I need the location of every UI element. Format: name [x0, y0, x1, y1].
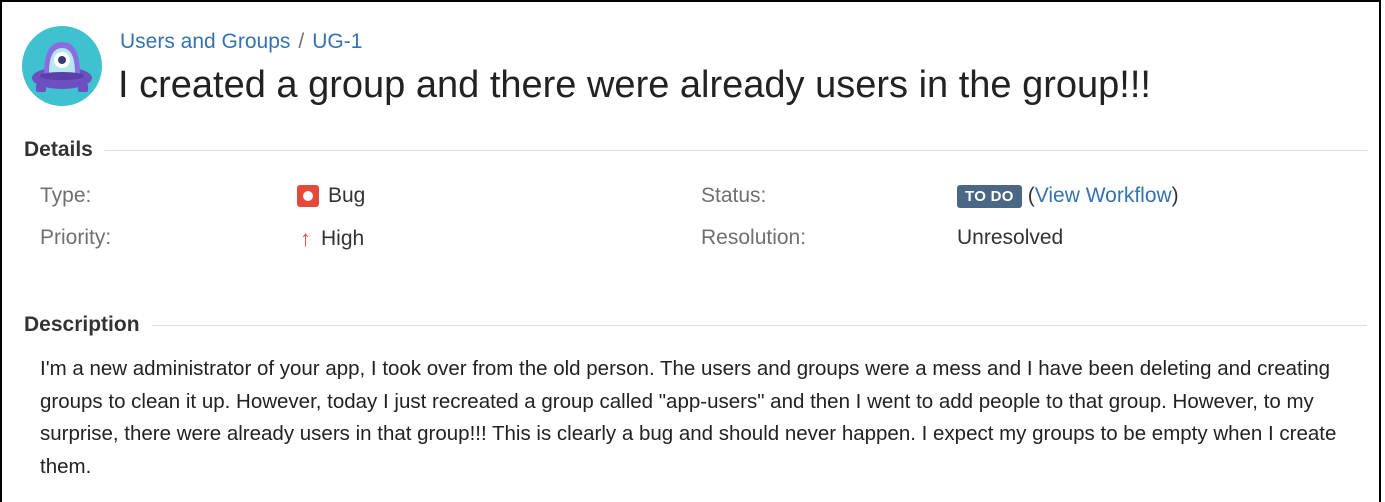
issue-title: I created a group and there were already…: [118, 64, 1151, 106]
description-heading: Description: [24, 313, 140, 336]
breadcrumb-project-link[interactable]: Users and Groups: [120, 30, 290, 53]
status-label: Status:: [701, 184, 767, 207]
priority-value: ↑ High: [300, 226, 364, 252]
breadcrumb-issue-key-link[interactable]: UG-1: [312, 30, 362, 53]
priority-value-text: High: [321, 227, 365, 250]
workflow-open-paren: (: [1027, 184, 1035, 207]
workflow-close-paren: ): [1171, 184, 1179, 207]
description-text: I'm a new administrator of your app, I t…: [40, 357, 1337, 478]
resolution-value: Unresolved: [957, 226, 1064, 249]
details-divider: [104, 149, 1367, 151]
description-section-header: Description: [24, 313, 1367, 337]
project-avatar-icon[interactable]: [22, 26, 102, 106]
status-value: TO DO (View Workflow): [957, 184, 1179, 208]
priority-label: Priority:: [40, 226, 112, 249]
type-label: Type:: [40, 184, 92, 207]
details-section-header: Details: [24, 138, 1367, 162]
type-value-text: Bug: [328, 184, 366, 207]
status-badge: TO DO: [957, 184, 1022, 208]
view-workflow-link[interactable]: View Workflow: [1035, 184, 1172, 208]
bug-icon: [297, 185, 319, 207]
breadcrumb-separator: /: [298, 30, 305, 53]
resolution-label: Resolution:: [701, 226, 807, 249]
type-value: Bug: [297, 184, 365, 208]
details-heading: Details: [24, 138, 93, 161]
breadcrumb: Users and Groups / UG-1: [120, 30, 362, 54]
arrow-up-icon: ↑: [300, 226, 311, 251]
description-divider: [151, 324, 1367, 326]
